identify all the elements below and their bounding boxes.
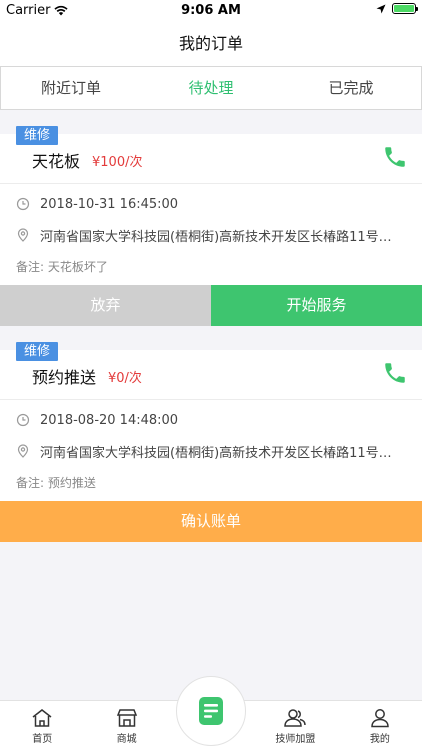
order-address-row: 河南省国家大学科技园(梧桐街)高新技术开发区长椿路11号… [0, 440, 422, 462]
location-pin-icon [17, 228, 29, 242]
order-title: 预约推送 [32, 368, 97, 387]
clock-icon [16, 197, 30, 211]
order-card: 维修 预约推送 ¥0/次 2018-08-20 14:48:00 河南省国家大学… [0, 342, 422, 542]
status-right [376, 3, 418, 14]
page-title: 我的订单 [0, 22, 422, 66]
tabbar-mine[interactable]: 我的 [338, 701, 422, 750]
user-icon [371, 709, 389, 728]
order-datetime: 2018-08-20 14:48:00 [40, 412, 179, 428]
order-datetime-row: 2018-08-20 14:48:00 [0, 400, 422, 440]
battery-icon [392, 3, 418, 14]
tabbar-join-label: 技师加盟 [275, 734, 316, 745]
order-datetime: 2018-10-31 16:45:00 [40, 196, 179, 212]
order-price: ¥100/次 [92, 155, 143, 170]
status-bar: Carrier 9:06 AM [0, 0, 422, 22]
tabbar-mine-label: 我的 [369, 734, 390, 745]
order-card: 维修 天花板 ¥100/次 2018-10-31 16:45:00 河南省国家大… [0, 126, 422, 326]
tabbar-home[interactable]: 首页 [0, 701, 84, 750]
tabbar-mall-label: 商城 [116, 734, 137, 745]
order-header: 维修 预约推送 ¥0/次 [0, 342, 422, 400]
order-header: 维修 天花板 ¥100/次 [0, 126, 422, 184]
status-time: 9:06 AM [181, 3, 241, 18]
order-price: ¥0/次 [108, 371, 142, 386]
phone-icon[interactable] [382, 360, 408, 386]
order-type-tag: 维修 [16, 342, 59, 361]
order-datetime-row: 2018-10-31 16:45:00 [0, 184, 422, 224]
tabbar-mall[interactable]: 商城 [84, 701, 168, 750]
order-address: 河南省国家大学科技园(梧桐街)高新技术开发区长椿路11号… [40, 445, 392, 461]
technician-join-icon [284, 709, 307, 727]
phone-icon[interactable] [382, 144, 408, 170]
tab-nearby-orders[interactable]: 附近订单 [1, 67, 141, 109]
tab-completed[interactable]: 已完成 [281, 67, 421, 109]
shop-icon [116, 709, 137, 727]
tab-pending[interactable]: 待处理 [141, 67, 281, 109]
order-note: 备注: 预约推送 [16, 476, 96, 490]
tabbar-home-label: 首页 [32, 734, 53, 745]
order-note: 备注: 天花板坏了 [16, 260, 108, 274]
order-type-tag: 维修 [16, 126, 59, 145]
order-tabs: 附近订单 待处理 已完成 [0, 66, 422, 110]
abandon-button[interactable]: 放弃 [0, 285, 211, 326]
order-list-icon [199, 697, 223, 725]
center-orders-button[interactable] [176, 676, 246, 746]
start-service-button[interactable]: 开始服务 [211, 285, 422, 326]
confirm-bill-button[interactable]: 确认账单 [0, 501, 422, 542]
location-pin-icon [17, 444, 29, 458]
order-address: 河南省国家大学科技园(梧桐街)高新技术开发区长椿路11号… [40, 229, 392, 245]
order-address-row: 河南省国家大学科技园(梧桐街)高新技术开发区长椿路11号… [0, 224, 422, 246]
clock-icon [16, 413, 30, 427]
order-title: 天花板 [32, 152, 81, 171]
order-actions: 放弃 开始服务 [0, 285, 422, 326]
tabbar-join[interactable]: 技师加盟 [253, 701, 337, 750]
location-arrow-icon [376, 4, 386, 13]
home-icon [32, 709, 52, 727]
